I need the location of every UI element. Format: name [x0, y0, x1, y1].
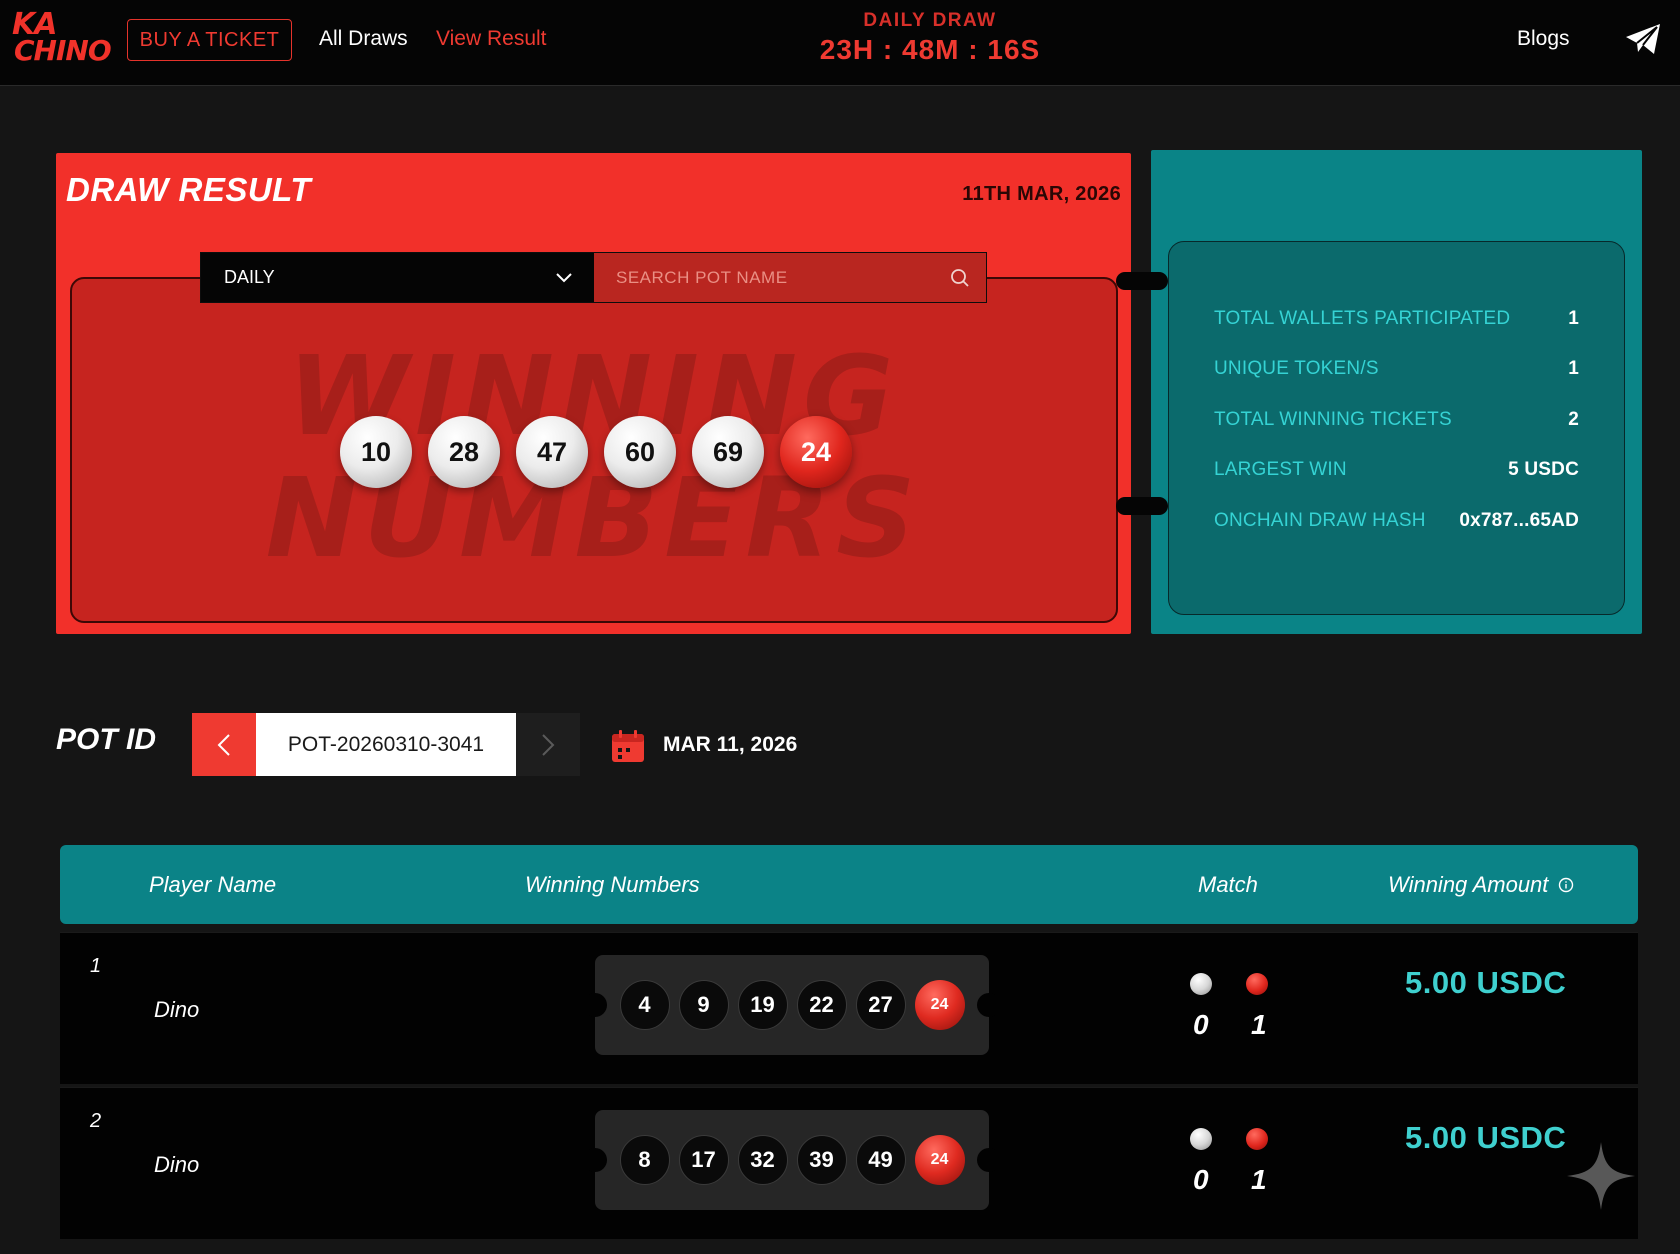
stat-largest-win: LARGEST WIN 5 USDC — [1214, 459, 1579, 481]
winning-numbers-row: 10 28 47 60 69 24 — [340, 416, 852, 488]
ticket-bonus-ball: 24 — [914, 980, 965, 1030]
stat-label: LARGEST WIN — [1214, 459, 1347, 480]
column-match: Match — [1198, 872, 1258, 897]
draw-result-date: 11TH MAR, 2026 — [962, 183, 1121, 205]
ticket-ball: 19 — [737, 980, 788, 1030]
stat-total-wallets: TOTAL WALLETS PARTICIPATED 1 — [1214, 308, 1579, 330]
winning-amount: 5.00 USDC — [1405, 1120, 1567, 1155]
pot-date: MAR 11, 2026 — [663, 733, 798, 756]
match-red-count: 1 — [1251, 1009, 1267, 1040]
nav-blogs[interactable]: Blogs — [1517, 27, 1570, 51]
ticket-numbers: 4 9 19 22 27 24 — [583, 955, 1001, 1055]
winning-ball: 28 — [428, 416, 500, 488]
draw-stats-panel: TOTAL WALLETS PARTICIPATED 1 UNIQUE TOKE… — [1168, 241, 1625, 615]
ticket-ball: 8 — [619, 1135, 670, 1185]
pot-id-selector: POT-20260310-3041 — [192, 713, 580, 776]
chevron-left-icon — [217, 733, 230, 756]
stat-unique-tokens: UNIQUE TOKEN/S 1 — [1214, 358, 1579, 380]
player-name: Dino — [154, 997, 200, 1022]
ticket-ball: 27 — [855, 980, 906, 1030]
stat-total-winning-tickets: TOTAL WINNING TICKETS 2 — [1214, 409, 1579, 431]
info-icon[interactable] — [1558, 877, 1574, 893]
draw-filter-bar: DAILY SEARCH POT NAME — [200, 252, 987, 303]
stat-value: 2 — [1568, 409, 1579, 430]
row-index: 2 — [90, 1110, 102, 1132]
calendar-icon[interactable] — [610, 728, 646, 764]
winning-ball: 47 — [516, 416, 588, 488]
stat-label: UNIQUE TOKEN/S — [1214, 358, 1379, 379]
pot-search-placeholder: SEARCH POT NAME — [616, 267, 788, 287]
pot-search-input[interactable]: SEARCH POT NAME — [594, 253, 986, 302]
stat-value: 5 USDC — [1508, 459, 1579, 480]
draw-result-card: DRAW RESULT 11TH MAR, 2026 DAILY SEARCH … — [56, 153, 1131, 634]
ticket-ball: 32 — [737, 1135, 788, 1185]
column-winning-amount: Winning Amount — [1388, 872, 1574, 898]
stat-value: 1 — [1568, 308, 1579, 329]
stat-onchain-hash: ONCHAIN DRAW HASH 0x787...65AD — [1214, 510, 1579, 532]
ticket-ball: 17 — [678, 1135, 729, 1185]
chevron-down-icon — [556, 272, 572, 282]
winning-amount: 5.00 USDC — [1405, 965, 1567, 1000]
ticket-ball: 9 — [678, 980, 729, 1030]
column-winning-numbers: Winning Numbers — [525, 872, 700, 897]
table-row: 1 Dino 4 9 19 22 27 24 0 1 5.00 USDC — [60, 932, 1638, 1084]
row-index: 1 — [90, 955, 102, 977]
match-white-count: 0 — [1193, 1009, 1209, 1040]
chevron-right-icon — [542, 733, 555, 756]
stat-label: ONCHAIN DRAW HASH — [1214, 510, 1426, 531]
ticket-numbers: 8 17 32 39 49 24 — [583, 1110, 1001, 1210]
search-icon[interactable] — [950, 268, 970, 288]
column-winning-amount-label: Winning Amount — [1388, 872, 1549, 897]
sparkle-icon — [1567, 1142, 1635, 1210]
match-red-count: 1 — [1251, 1164, 1267, 1195]
stat-label: TOTAL WINNING TICKETS — [1214, 409, 1452, 430]
ticket-ball: 49 — [855, 1135, 906, 1185]
card-connector — [1116, 272, 1168, 290]
ticket-bonus-ball: 24 — [914, 1135, 965, 1185]
red-ball-icon — [1246, 973, 1268, 995]
winning-ball: 60 — [604, 416, 676, 488]
stat-value: 1 — [1568, 358, 1579, 379]
ticket-ball: 4 — [619, 980, 670, 1030]
stat-value[interactable]: 0x787...65AD — [1459, 510, 1579, 532]
draw-stats-card: TOTAL WALLETS PARTICIPATED 1 UNIQUE TOKE… — [1151, 150, 1642, 634]
pot-id-value: POT-20260310-3041 — [256, 713, 516, 776]
stat-label: TOTAL WALLETS PARTICIPATED — [1214, 308, 1511, 329]
white-ball-icon — [1190, 1128, 1212, 1150]
draw-result-title: DRAW RESULT — [66, 171, 312, 208]
bonus-ball: 24 — [780, 416, 852, 488]
ticket-ball: 39 — [796, 1135, 847, 1185]
player-name: Dino — [154, 1152, 200, 1177]
white-ball-icon — [1190, 973, 1212, 995]
table-row: 2 Dino 8 17 32 39 49 24 0 1 5.00 USDC — [60, 1087, 1638, 1239]
top-navigation-bar: KA CHINO BUY A TICKET All Draws View Res… — [0, 0, 1680, 86]
telegram-icon[interactable] — [1624, 22, 1662, 56]
next-pot-button[interactable] — [516, 713, 580, 776]
pot-id-label: POT ID — [56, 723, 157, 756]
winning-ball: 69 — [692, 416, 764, 488]
results-table-header: Player Name Winning Numbers Match Winnin… — [60, 845, 1638, 924]
previous-pot-button[interactable] — [192, 713, 256, 776]
match-white-count: 0 — [1193, 1164, 1209, 1195]
draw-type-select[interactable]: DAILY — [201, 253, 594, 302]
red-ball-icon — [1246, 1128, 1268, 1150]
daily-draw-label: DAILY DRAW — [863, 10, 997, 31]
draw-countdown: 23H : 48M : 16S — [819, 34, 1041, 65]
draw-type-select-value: DAILY — [224, 267, 275, 287]
card-connector — [1116, 497, 1168, 515]
winning-ball: 10 — [340, 416, 412, 488]
column-player-name: Player Name — [149, 872, 277, 897]
ticket-ball: 22 — [796, 980, 847, 1030]
